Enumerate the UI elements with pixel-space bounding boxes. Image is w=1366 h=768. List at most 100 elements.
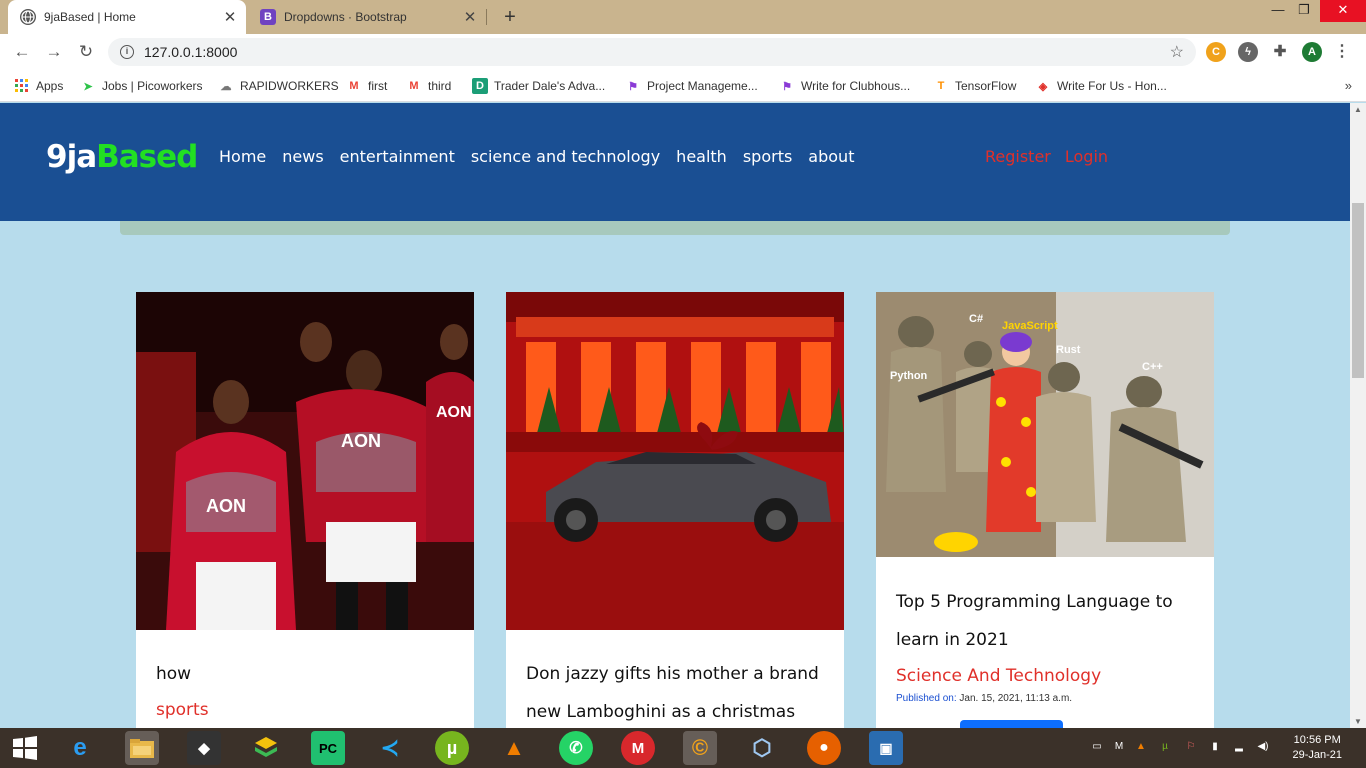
scroll-down-icon[interactable]: ▼ xyxy=(1350,717,1366,726)
bookmark-label: TensorFlow xyxy=(955,79,1017,93)
bookmark-apps[interactable]: Apps xyxy=(14,76,63,96)
taskbar-clock[interactable]: 10:56 PM 29-Jan-21 xyxy=(1292,733,1342,763)
url-text: 127.0.0.1:8000 xyxy=(144,44,238,60)
battery-tray-icon[interactable]: ▮ xyxy=(1208,740,1222,754)
scrollbar-thumb[interactable] xyxy=(1352,203,1364,378)
javascript-label: JavaScript xyxy=(1002,320,1058,332)
post-card[interactable]: Don jazzy gifts his mother a brand new L… xyxy=(506,292,844,728)
photos-icon[interactable]: ▣ xyxy=(869,731,903,765)
nav-news[interactable]: news xyxy=(282,147,323,166)
more-bookmarks-chevron-icon[interactable]: » xyxy=(1345,78,1352,93)
nav-health[interactable]: health xyxy=(676,147,727,166)
bookmark-third[interactable]: M third xyxy=(406,76,451,96)
tab-9jabased-home[interactable]: 9jaBased | Home ✕ xyxy=(8,0,246,34)
rust-label: Rust xyxy=(1056,344,1081,356)
post-title[interactable]: Don jazzy gifts his mother a brand new L… xyxy=(526,655,824,728)
address-bar[interactable]: i 127.0.0.1:8000 ☆ xyxy=(108,38,1196,66)
read-more-button[interactable] xyxy=(960,720,1063,728)
bookmark-first[interactable]: M first xyxy=(346,76,387,96)
post-image[interactable]: AON AON AON xyxy=(136,292,474,630)
close-window-icon[interactable]: ✕ xyxy=(1320,0,1366,22)
back-arrow-icon[interactable]: ← xyxy=(10,40,34,64)
brand-part-1: 9ja xyxy=(46,139,97,175)
post-title[interactable]: how xyxy=(156,655,454,693)
bookmark-star-icon[interactable]: ☆ xyxy=(1170,42,1184,62)
mega-icon[interactable]: M xyxy=(621,731,655,765)
post-card[interactable]: C# JavaScript Python Rust C++ Top 5 Prog… xyxy=(876,292,1214,728)
post-title[interactable]: Top 5 Programming Language to learn in 2… xyxy=(896,583,1194,659)
published-value: Jan. 15, 2021, 11:13 a.m. xyxy=(959,693,1073,704)
utorrent-tray-icon[interactable]: µ xyxy=(1158,740,1172,754)
browser-toolbar: ← → ↻ i 127.0.0.1:8000 ☆ C ϟ ✚ A ⋮ xyxy=(0,34,1366,70)
nav-about[interactable]: about xyxy=(808,147,854,166)
close-tab-icon[interactable]: ✕ xyxy=(460,8,480,26)
signal-tray-icon[interactable]: ▂ xyxy=(1232,740,1246,754)
firefox-icon[interactable]: ● xyxy=(807,731,841,765)
bookmark-clubhouse[interactable]: ⚑ Write for Clubhous... xyxy=(779,76,910,96)
gmail-icon: M xyxy=(349,80,359,92)
new-tab-button[interactable]: + xyxy=(498,4,522,30)
pycharm-icon[interactable]: PC xyxy=(311,731,345,765)
virtualbox-icon[interactable]: ⬡ xyxy=(745,731,779,765)
clock-date: 29-Jan-21 xyxy=(1292,749,1342,761)
post-category[interactable]: sports xyxy=(156,693,454,727)
register-link[interactable]: Register xyxy=(985,147,1051,166)
coccoc-browser-icon[interactable]: © xyxy=(683,731,717,765)
coccoc-extension-icon[interactable]: C xyxy=(1206,42,1226,62)
forward-arrow-icon[interactable]: → xyxy=(42,40,66,64)
close-tab-icon[interactable]: ✕ xyxy=(220,8,240,26)
login-link[interactable]: Login xyxy=(1065,147,1108,166)
menu-dots-icon[interactable]: ⋮ xyxy=(1332,42,1352,62)
post-card[interactable]: AON AON AON how sports xyxy=(136,292,474,728)
whatsapp-icon[interactable]: ✆ xyxy=(559,731,593,765)
tab-dropdowns-bootstrap[interactable]: B Dropdowns · Bootstrap ✕ xyxy=(248,0,486,34)
svg-text:AON: AON xyxy=(436,404,472,421)
bookmark-tensorflow[interactable]: T TensorFlow xyxy=(933,76,1017,96)
bookmark-project-management[interactable]: ⚑ Project Manageme... xyxy=(625,76,758,96)
post-image[interactable] xyxy=(506,292,844,630)
bookmark-trader-dale[interactable]: D Trader Dale's Adva... xyxy=(472,76,605,96)
lightning-extension-icon[interactable]: ϟ xyxy=(1238,42,1258,62)
post-image[interactable]: C# JavaScript Python Rust C++ xyxy=(876,292,1214,557)
vlc-tray-icon[interactable]: ▲ xyxy=(1134,740,1148,754)
site-logo[interactable]: 9jaBased xyxy=(46,139,198,175)
bookmark-write-for-us[interactable]: ◈ Write For Us - Hon... xyxy=(1035,76,1167,96)
site-info-icon[interactable]: i xyxy=(120,45,134,59)
nav-sports[interactable]: sports xyxy=(743,147,792,166)
extensions-puzzle-icon[interactable]: ✚ xyxy=(1270,42,1290,62)
programming-languages-meme-image: C# JavaScript Python Rust C++ xyxy=(876,292,1214,557)
bookmark-label: Jobs | Picoworkers xyxy=(102,79,203,93)
windows-taskbar: e ◆ PC ≺ µ ▲ ✆ M © ⬡ ● ▣ ▭ M ▲ µ ⚐ ▮ ▂ ◀… xyxy=(0,728,1366,768)
bluestacks-icon[interactable] xyxy=(249,731,283,765)
vscode-icon[interactable]: ≺ xyxy=(373,731,407,765)
mega-tray-icon[interactable]: M xyxy=(1112,740,1126,754)
tab-divider xyxy=(486,9,487,25)
nav-entertainment[interactable]: entertainment xyxy=(340,147,455,166)
bookmark-rapidworkers[interactable]: ☁ RAPIDWORKERS xyxy=(218,76,339,96)
vlc-icon[interactable]: ▲ xyxy=(497,731,531,765)
scroll-up-icon[interactable]: ▲ xyxy=(1350,105,1366,114)
minimize-icon[interactable]: — xyxy=(1264,0,1292,22)
bookmark-label: first xyxy=(368,79,388,93)
internet-explorer-icon[interactable]: e xyxy=(63,731,97,765)
network-tray-icon[interactable]: ▭ xyxy=(1090,740,1104,754)
browser-tab-strip: 9jaBased | Home ✕ B Dropdowns · Bootstra… xyxy=(0,0,1366,34)
restore-icon[interactable]: ❐ xyxy=(1290,0,1318,22)
bookmark-picoworkers[interactable]: ➤ Jobs | Picoworkers xyxy=(80,76,202,96)
file-explorer-icon[interactable] xyxy=(125,731,159,765)
post-body: Don jazzy gifts his mother a brand new L… xyxy=(506,630,844,728)
tab-title: Dropdowns · Bootstrap xyxy=(284,10,407,24)
volume-tray-icon[interactable]: ◀) xyxy=(1256,740,1270,754)
profile-avatar[interactable]: A xyxy=(1302,42,1322,62)
svg-text:AON: AON xyxy=(341,431,381,451)
csharp-label: C# xyxy=(969,313,983,325)
utorrent-icon[interactable]: µ xyxy=(435,731,469,765)
nav-home[interactable]: Home xyxy=(219,147,266,166)
flagged-tray-icon[interactable]: ⚐ xyxy=(1184,740,1198,754)
post-category[interactable]: Science And Technology xyxy=(896,659,1194,693)
windows-start-icon[interactable] xyxy=(8,731,42,765)
page-scrollbar[interactable]: ▲ ▼ xyxy=(1350,103,1366,728)
reload-icon[interactable]: ↻ xyxy=(74,40,98,64)
wolf-app-icon[interactable]: ◆ xyxy=(187,731,221,765)
nav-science-and-technology[interactable]: science and technology xyxy=(471,147,660,166)
